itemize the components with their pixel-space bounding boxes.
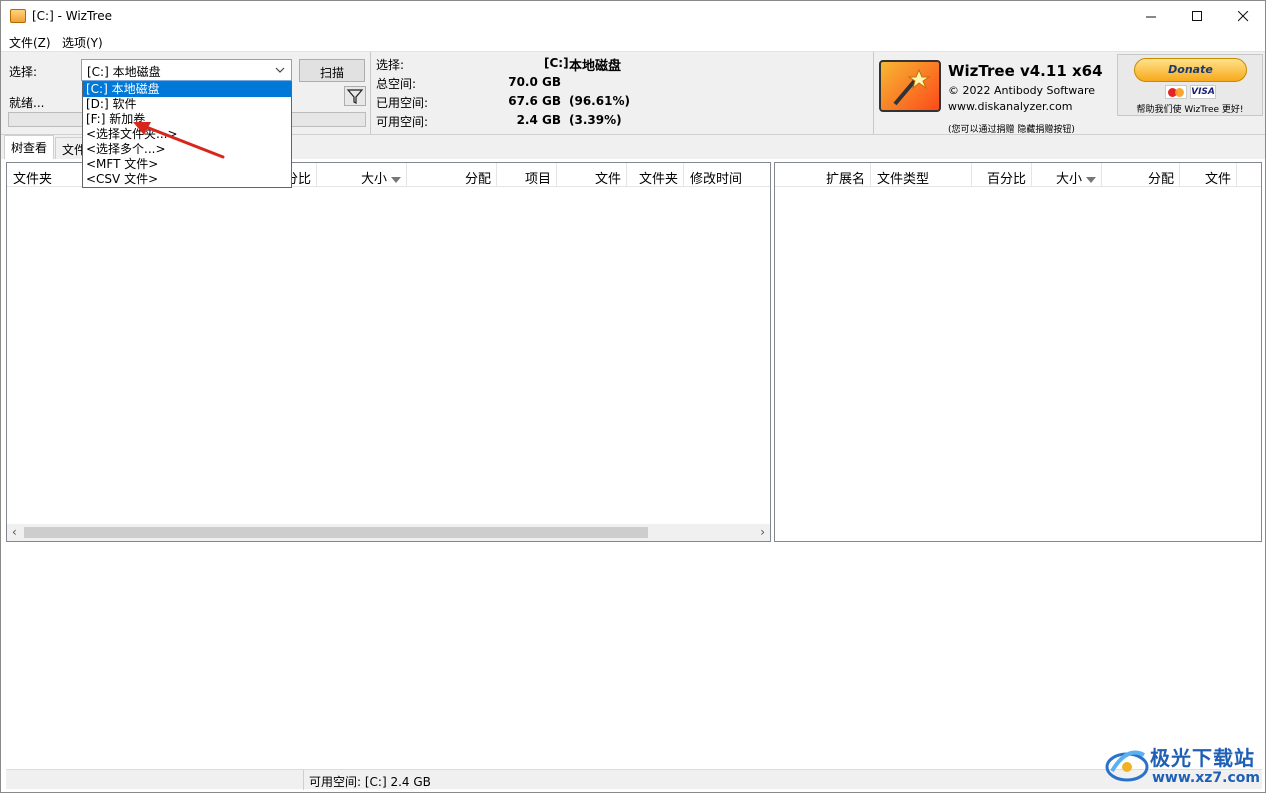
visa-icon: VISA (1190, 85, 1216, 99)
tree-view-pane: 文件夹 分比 大小 分配 项目 文件 文件夹 修改时间 ‹ › (6, 162, 771, 542)
horizontal-scrollbar[interactable]: ‹ › (7, 524, 770, 541)
separator (370, 52, 371, 134)
watermark-icon (1105, 750, 1149, 782)
info-drive-name: 本地磁盘 (569, 59, 622, 74)
extension-pane: 扩展名 文件类型 百分比 大小 分配 文件 (774, 162, 1262, 542)
drive-info-panel: 选择: [C:] 本地磁盘 总空间: 70.0 GB 已用空间: 67.6 GB… (376, 56, 666, 132)
sort-desc-icon (391, 176, 401, 183)
sort-desc-icon (1086, 176, 1096, 183)
annotation-arrow-icon (133, 122, 225, 159)
scan-button[interactable]: 扫描 (299, 59, 365, 82)
scroll-left-icon[interactable]: ‹ (12, 525, 17, 539)
watermark-logo: 极光下载站 www.xz7.com (1104, 739, 1264, 789)
col-file-type[interactable]: 文件类型 (871, 163, 972, 187)
status-bar: 可用空间: [C:] 2.4 GB (6, 769, 1262, 790)
col-size-label: 大小 (1055, 172, 1082, 187)
info-used-value: 67.6 GB (508, 94, 561, 108)
scroll-right-icon[interactable]: › (760, 525, 765, 539)
info-drive-letter: [C:] (544, 56, 569, 70)
scrollbar-thumb[interactable] (24, 527, 648, 538)
filter-icon (346, 89, 364, 104)
donate-text: 帮助我们使 WizTree 更好! (1136, 105, 1244, 115)
info-select-label: 选择: (376, 58, 405, 72)
col-percent[interactable]: 百分比 (972, 163, 1032, 187)
donate-panel: Donate VISA 帮助我们使 WizTree 更好! (1117, 54, 1263, 116)
brand-title: WizTree v4.11 x64 (948, 62, 1103, 80)
brand-url-link[interactable]: www.diskanalyzer.com (948, 100, 1073, 113)
col-size[interactable]: 大小 (1032, 163, 1102, 187)
close-button[interactable] (1220, 1, 1265, 31)
col-size[interactable]: 大小 (317, 163, 407, 187)
maximize-button[interactable] (1174, 1, 1220, 31)
watermark-url: www.xz7.com (1152, 770, 1260, 786)
info-free-value: 2.4 GB (516, 113, 561, 127)
info-total-value: 70.0 GB (508, 75, 561, 89)
col-allocated[interactable]: 分配 (1102, 163, 1180, 187)
status-cell (6, 770, 304, 790)
col-extension[interactable]: 扩展名 (775, 163, 871, 187)
col-size-label: 大小 (360, 172, 387, 187)
wiztree-window: [C:] - WizTree 文件(Z) 选项(Y) 选择: [C:] 本地磁盘… (0, 0, 1266, 793)
extension-header: 扩展名 文件类型 百分比 大小 分配 文件 (775, 163, 1261, 187)
col-folders[interactable]: 文件夹 (627, 163, 684, 187)
brand-panel: WizTree v4.11 x64 © 2022 Antibody Softwa… (879, 56, 1111, 135)
brand-copyright: © 2022 Antibody Software (948, 84, 1096, 97)
mastercard-icon (1165, 85, 1187, 99)
col-modified[interactable]: 修改时间 (684, 163, 770, 187)
info-free-label: 可用空间: (376, 115, 429, 129)
filter-button[interactable] (344, 86, 366, 106)
brand-note: (您可以通过捐赠 隐藏捐赠按钮) (948, 125, 1075, 135)
payment-cards: VISA (1165, 85, 1217, 99)
info-free-percent: (3.39%) (569, 113, 622, 127)
separator (873, 52, 874, 134)
col-files[interactable]: 文件 (1180, 163, 1237, 187)
col-files[interactable]: 文件 (557, 163, 627, 187)
minimize-button[interactable] (1128, 1, 1174, 31)
info-total-label: 总空间: (376, 77, 417, 91)
watermark-name: 极光下载站 (1150, 746, 1255, 770)
wiztree-logo-icon (879, 60, 941, 112)
info-used-percent: (96.61%) (569, 94, 630, 108)
status-free-space: 可用空间: [C:] 2.4 GB (309, 775, 431, 789)
col-allocated[interactable]: 分配 (407, 163, 497, 187)
info-used-label: 已用空间: (376, 96, 429, 110)
donate-button[interactable]: Donate (1134, 58, 1247, 82)
col-items[interactable]: 项目 (497, 163, 557, 187)
